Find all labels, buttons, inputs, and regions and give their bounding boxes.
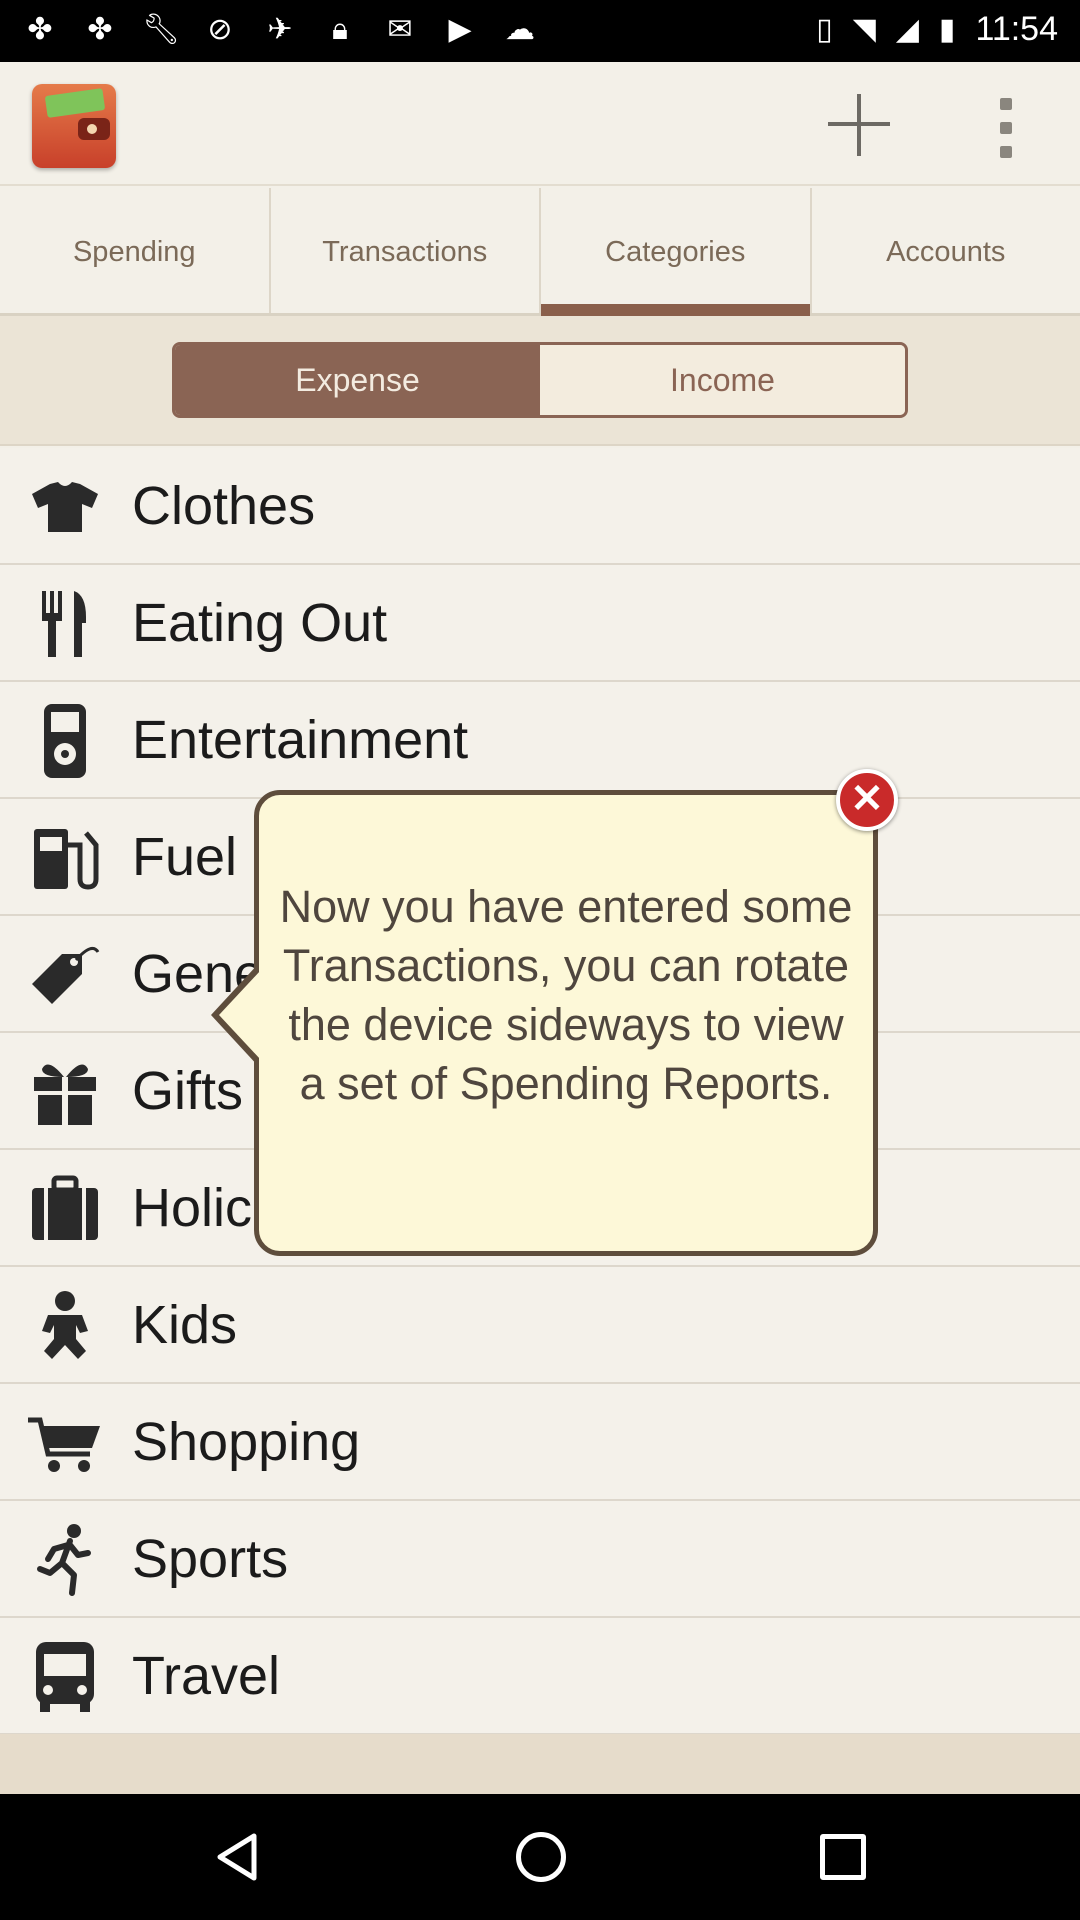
tshirt-icon [32,482,98,532]
music-player-icon [44,704,86,778]
home-icon[interactable] [516,1832,566,1882]
lock-icon: 🔒︎ [332,13,348,46]
list-item[interactable]: Shopping [0,1384,1080,1501]
category-label: Travel [132,1646,281,1706]
wifi-icon: ◥ [852,13,876,46]
expense-segment[interactable]: Expense [175,345,540,415]
price-tag-icon [32,946,100,1004]
category-label: Eating Out [132,593,388,653]
category-label: Holic [132,1178,253,1238]
system-icons: ▯ ◥ ◢ ▮ 11:54 [816,10,1058,49]
signal-icon: ◢ [895,13,919,46]
tab-accounts[interactable]: Accounts [809,188,1080,313]
list-item[interactable]: Sports [0,1501,1080,1618]
bus-icon [36,1642,94,1712]
segment-area: Expense Income [0,316,1080,446]
list-item[interactable]: Entertainment [0,682,1080,799]
tab-transactions[interactable]: Transactions [268,188,540,313]
vibrate-icon: ▯ [816,13,833,46]
action-bar [0,62,1080,186]
suitcase-icon [32,1175,98,1240]
runner-icon [37,1524,91,1596]
clock: 11:54 [975,10,1058,48]
baby-icon [42,1291,88,1359]
tip-popup: Now you have entered some Transactions, … [211,790,878,1256]
tab-categories[interactable]: Categories [539,188,810,316]
satellite-icon: ✈︎ [267,13,293,46]
list-item[interactable]: Eating Out [0,565,1080,682]
category-label: Clothes [132,476,316,536]
income-segment[interactable]: Income [540,345,905,415]
tab-spending[interactable]: Spending [0,188,269,313]
status-bar: ✤ ✤ 🔧︎ ⊘ ✈︎ 🔒︎ ✉ ▶ ☁ ▯ ◥ ◢ ▮ 11:54 [0,0,1080,62]
cart-icon [28,1417,100,1472]
fork-knife-icon [42,591,86,657]
category-label: Sports [132,1529,289,1589]
pinwheel-icon: ✤ [87,13,113,46]
plus-icon[interactable] [820,88,900,160]
category-label: Shopping [132,1412,361,1472]
fuel-pump-icon [34,829,99,890]
notification-icons: ✤ ✤ 🔧︎ ⊘ ✈︎ 🔒︎ ✉ ▶ ☁ [22,12,538,48]
cloud-icon: ☁ [505,13,535,46]
overflow-menu-icon[interactable] [990,98,1022,158]
back-icon[interactable] [214,1832,262,1882]
battery-icon: ▮ [938,13,956,46]
list-footer [0,1734,1080,1794]
list-item[interactable]: Kids [0,1267,1080,1384]
wrench-icon: 🔧︎ [142,13,181,46]
tip-message: Now you have entered some Transactions, … [279,881,853,1109]
tab-bar: Spending Transactions Categories Account… [0,188,1080,316]
wallet-icon [32,84,116,168]
gift-icon [34,1064,96,1125]
recent-apps-icon[interactable] [820,1834,866,1880]
list-item[interactable]: Travel [0,1618,1080,1735]
category-label: Kids [132,1295,238,1355]
blocked-icon: ⊘ [207,13,233,46]
category-label: Fuel [132,827,238,887]
navigation-bar [0,1794,1080,1920]
expense-income-toggle: Expense Income [172,342,908,418]
mail-check-icon: ✉ [387,13,413,46]
close-icon[interactable]: ✕ [836,769,898,831]
pinwheel-icon: ✤ [27,13,53,46]
play-icon: ▶ [448,13,472,46]
list-item[interactable]: Clothes [0,448,1080,565]
category-label: Entertainment [132,710,469,770]
